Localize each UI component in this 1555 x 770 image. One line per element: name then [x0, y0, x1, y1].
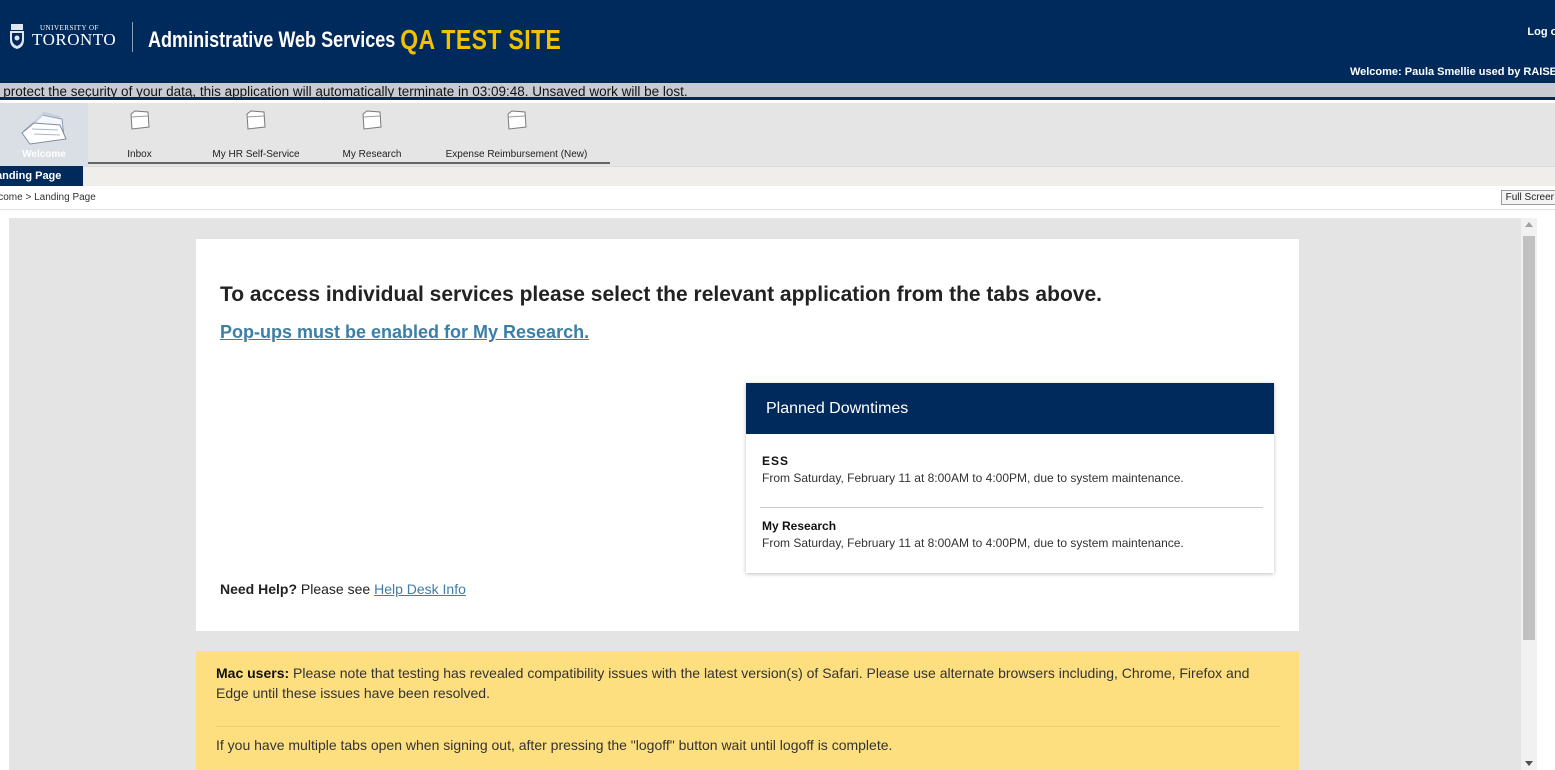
subtab-label: anding Page: [0, 170, 62, 182]
tab-divider: [88, 96, 89, 97]
test-site-label: QA TEST SITE: [400, 24, 562, 55]
downtime-description: From Saturday, February 11 at 8:00AM to …: [762, 536, 1184, 550]
tab-divider: [321, 96, 322, 97]
scroll-up-arrow-icon[interactable]: [1525, 222, 1533, 227]
content-area: To access individual services please sel…: [9, 218, 1521, 770]
breadcrumb-bar: lcome > Landing Page Full Screer: [0, 186, 1555, 210]
logo-divider: [132, 22, 133, 52]
page-heading: To access individual services please sel…: [220, 283, 1102, 306]
downtime-description: From Saturday, February 11 at 8:00AM to …: [762, 471, 1184, 485]
mac-users-label: Mac users:: [216, 665, 290, 681]
tab-inbox[interactable]: Inbox: [88, 103, 191, 166]
downtime-item: ESS From Saturday, February 11 at 8:00AM…: [762, 454, 1265, 485]
logo-text: TORONTO: [32, 29, 117, 49]
landing-card: To access individual services please sel…: [196, 239, 1299, 631]
help-label: Need Help?: [220, 581, 298, 597]
header-bar: UNIVERSITY OF TORONTO Administrative Web…: [0, 0, 1555, 83]
folder-icon: [246, 110, 266, 130]
tab-expense-reimbursement[interactable]: Expense Reimbursement (New): [423, 103, 610, 166]
session-timeout-bar: o protect the security of your data, thi…: [0, 83, 1555, 100]
planned-downtimes-panel: Planned Downtimes ESS From Saturday, Feb…: [746, 383, 1274, 573]
university-logo[interactable]: UNIVERSITY OF TORONTO: [8, 22, 116, 50]
folder-icon: [129, 110, 150, 130]
scrollbar-thumb[interactable]: [1523, 236, 1535, 640]
tab-divider: [423, 96, 424, 97]
help-line: Need Help? Please see Help Desk Info: [220, 581, 466, 597]
downtime-divider: [760, 507, 1263, 508]
welcome-user-text: Welcome: Paula Smellie used by RAISE: [1349, 66, 1555, 78]
tab-label: My Research: [342, 149, 402, 160]
tab-divider: [191, 96, 192, 97]
tab-my-hr-self-service[interactable]: My HR Self-Service: [191, 103, 321, 166]
scrollbar[interactable]: [1521, 218, 1537, 770]
breadcrumb[interactable]: lcome > Landing Page: [0, 192, 96, 203]
folder-icon: [506, 110, 527, 130]
downtime-item: My Research From Saturday, February 11 a…: [762, 519, 1265, 550]
notice-banner: Mac users: Please note that testing has …: [196, 651, 1299, 770]
help-text: Please see: [297, 581, 375, 597]
logoff-notice: If you have multiple tabs open when sign…: [216, 737, 893, 753]
logoff-link[interactable]: Log of: [1527, 26, 1555, 38]
help-desk-link[interactable]: Help Desk Info: [374, 581, 466, 597]
mac-users-text: Please note that testing has revealed co…: [216, 665, 1250, 701]
app-tab-bar: Welcome Inbox My HR Self-Service My Rese…: [0, 103, 1555, 166]
subnav-divider: [83, 166, 1555, 167]
scroll-down-arrow-icon[interactable]: [1525, 761, 1533, 766]
app-title: Administrative Web Services QA TEST SITE: [148, 22, 562, 55]
documents-icon: [21, 111, 67, 145]
tab-my-research[interactable]: My Research: [321, 103, 423, 166]
sub-navigation: anding Page: [0, 166, 1555, 186]
tab-welcome[interactable]: Welcome: [0, 103, 88, 166]
session-timeout-text: o protect the security of your data, thi…: [0, 84, 688, 99]
tab-label: My HR Self-Service: [212, 149, 300, 160]
full-screen-button[interactable]: Full Screer: [1500, 190, 1555, 205]
mac-users-notice: Mac users: Please note that testing has …: [216, 663, 1276, 703]
tab-label: Welcome: [22, 149, 66, 160]
planned-downtimes-title: Planned Downtimes: [746, 383, 1274, 434]
folder-icon: [362, 110, 382, 130]
notice-divider: [216, 726, 1280, 727]
popup-notice-link[interactable]: Pop-ups must be enabled for My Research.: [220, 322, 589, 343]
tab-underline: [88, 162, 610, 164]
app-title-text: Administrative Web Services: [148, 27, 396, 52]
subtab-landing-page[interactable]: anding Page: [0, 166, 83, 186]
tab-label: Inbox: [127, 149, 152, 160]
tab-label: Expense Reimbursement (New): [445, 149, 588, 160]
downtime-title: ESS: [762, 454, 790, 468]
downtime-title: My Research: [762, 519, 837, 533]
crest-icon: [10, 24, 24, 49]
